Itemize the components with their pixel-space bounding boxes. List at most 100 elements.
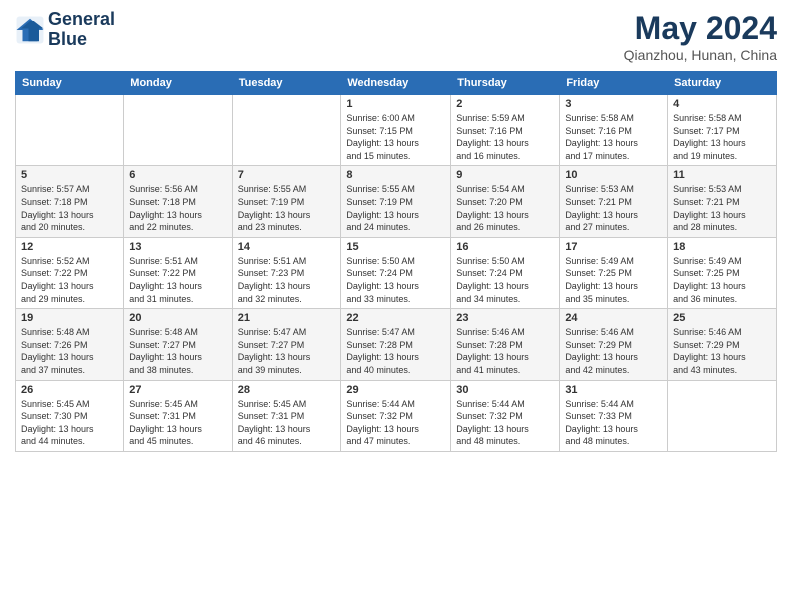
- day-info: Sunrise: 5:49 AM Sunset: 7:25 PM Dayligh…: [565, 255, 662, 305]
- day-cell: 19 Sunrise: 5:48 AM Sunset: 7:26 PM Dayli…: [16, 309, 124, 380]
- day-info: Sunrise: 5:48 AM Sunset: 7:26 PM Dayligh…: [21, 326, 118, 376]
- day-cell: 28 Sunrise: 5:45 AM Sunset: 7:31 PM Dayli…: [232, 380, 341, 451]
- col-wednesday: Wednesday: [341, 72, 451, 95]
- day-cell: 3Sunrise: 5:58 AM Sunset: 7:16 PM Daylig…: [560, 95, 668, 166]
- day-info: Sunrise: 5:51 AM Sunset: 7:23 PM Dayligh…: [238, 255, 336, 305]
- day-number: 9: [456, 169, 554, 181]
- day-number: 22: [346, 312, 445, 324]
- day-info: Sunrise: 5:51 AM Sunset: 7:22 PM Dayligh…: [129, 255, 226, 305]
- day-number: 19: [21, 312, 118, 324]
- week-row-1: 1 Sunrise: 6:00 AM Sunset: 7:15 PM Daylig…: [16, 95, 777, 166]
- day-number: 30: [456, 384, 554, 396]
- day-cell: 25 Sunrise: 5:46 AM Sunset: 7:29 PM Dayli…: [668, 309, 777, 380]
- day-number: 27: [129, 384, 226, 396]
- day-info: Sunrise: 5:50 AM Sunset: 7:24 PM Dayligh…: [346, 255, 445, 305]
- col-sunday: Sunday: [16, 72, 124, 95]
- week-row-2: 5 Sunrise: 5:57 AM Sunset: 7:18 PM Daylig…: [16, 166, 777, 237]
- day-cell: [16, 95, 124, 166]
- day-number: 28: [238, 384, 336, 396]
- day-info: Sunrise: 5:45 AM Sunset: 7:31 PM Dayligh…: [129, 398, 226, 448]
- day-info: Sunrise: 5:54 AM Sunset: 7:20 PM Dayligh…: [456, 183, 554, 233]
- day-cell: 30 Sunrise: 5:44 AM Sunset: 7:32 PM Dayli…: [451, 380, 560, 451]
- day-number: 17: [565, 241, 662, 253]
- day-cell: 18 Sunrise: 5:49 AM Sunset: 7:25 PM Dayli…: [668, 237, 777, 308]
- day-info: Sunrise: 6:00 AM Sunset: 7:15 PM Dayligh…: [346, 112, 445, 162]
- day-cell: 23 Sunrise: 5:46 AM Sunset: 7:28 PM Dayli…: [451, 309, 560, 380]
- day-number: 29: [346, 384, 445, 396]
- day-cell: 31 Sunrise: 5:44 AM Sunset: 7:33 PM Dayli…: [560, 380, 668, 451]
- logo-text: General Blue: [48, 10, 115, 50]
- day-cell: [668, 380, 777, 451]
- day-cell: 17 Sunrise: 5:49 AM Sunset: 7:25 PM Dayli…: [560, 237, 668, 308]
- day-number: 18: [673, 241, 771, 253]
- title-block: May 2024 Qianzhou, Hunan, China: [624, 10, 777, 63]
- day-cell: 22 Sunrise: 5:47 AM Sunset: 7:28 PM Dayli…: [341, 309, 451, 380]
- col-friday: Friday: [560, 72, 668, 95]
- col-thursday: Thursday: [451, 72, 560, 95]
- day-info: Sunrise: 5:55 AM Sunset: 7:19 PM Dayligh…: [238, 183, 336, 233]
- day-cell: 5 Sunrise: 5:57 AM Sunset: 7:18 PM Daylig…: [16, 166, 124, 237]
- day-number: 15: [346, 241, 445, 253]
- day-number: 10: [565, 169, 662, 181]
- day-cell: 20 Sunrise: 5:48 AM Sunset: 7:27 PM Dayli…: [124, 309, 232, 380]
- month-year: May 2024: [624, 10, 777, 47]
- day-cell: 14 Sunrise: 5:51 AM Sunset: 7:23 PM Dayli…: [232, 237, 341, 308]
- location: Qianzhou, Hunan, China: [624, 47, 777, 63]
- day-number: 4: [673, 98, 771, 110]
- day-info: Sunrise: 5:44 AM Sunset: 7:32 PM Dayligh…: [456, 398, 554, 448]
- day-info: Sunrise: 5:57 AM Sunset: 7:18 PM Dayligh…: [21, 183, 118, 233]
- day-number: 16: [456, 241, 554, 253]
- day-cell: 29Sunrise: 5:44 AM Sunset: 7:32 PM Dayli…: [341, 380, 451, 451]
- day-info: Sunrise: 5:45 AM Sunset: 7:30 PM Dayligh…: [21, 398, 118, 448]
- day-number: 7: [238, 169, 336, 181]
- day-cell: 2Sunrise: 5:59 AM Sunset: 7:16 PM Daylig…: [451, 95, 560, 166]
- col-monday: Monday: [124, 72, 232, 95]
- day-info: Sunrise: 5:46 AM Sunset: 7:29 PM Dayligh…: [673, 326, 771, 376]
- day-cell: 9 Sunrise: 5:54 AM Sunset: 7:20 PM Daylig…: [451, 166, 560, 237]
- day-number: 26: [21, 384, 118, 396]
- day-cell: 4Sunrise: 5:58 AM Sunset: 7:17 PM Daylig…: [668, 95, 777, 166]
- day-cell: [232, 95, 341, 166]
- day-info: Sunrise: 5:53 AM Sunset: 7:21 PM Dayligh…: [673, 183, 771, 233]
- day-cell: 10 Sunrise: 5:53 AM Sunset: 7:21 PM Dayli…: [560, 166, 668, 237]
- day-info: Sunrise: 5:44 AM Sunset: 7:33 PM Dayligh…: [565, 398, 662, 448]
- day-number: 13: [129, 241, 226, 253]
- day-number: 21: [238, 312, 336, 324]
- day-number: 20: [129, 312, 226, 324]
- day-info: Sunrise: 5:53 AM Sunset: 7:21 PM Dayligh…: [565, 183, 662, 233]
- day-cell: 13 Sunrise: 5:51 AM Sunset: 7:22 PM Dayli…: [124, 237, 232, 308]
- day-number: 14: [238, 241, 336, 253]
- day-info: Sunrise: 5:46 AM Sunset: 7:28 PM Dayligh…: [456, 326, 554, 376]
- day-number: 11: [673, 169, 771, 181]
- header-row: Sunday Monday Tuesday Wednesday Thursday…: [16, 72, 777, 95]
- day-cell: 11 Sunrise: 5:53 AM Sunset: 7:21 PM Dayli…: [668, 166, 777, 237]
- day-info: Sunrise: 5:46 AM Sunset: 7:29 PM Dayligh…: [565, 326, 662, 376]
- day-info: Sunrise: 5:56 AM Sunset: 7:18 PM Dayligh…: [129, 183, 226, 233]
- day-cell: 27 Sunrise: 5:45 AM Sunset: 7:31 PM Dayli…: [124, 380, 232, 451]
- day-info: Sunrise: 5:48 AM Sunset: 7:27 PM Dayligh…: [129, 326, 226, 376]
- day-info: Sunrise: 5:45 AM Sunset: 7:31 PM Dayligh…: [238, 398, 336, 448]
- day-number: 6: [129, 169, 226, 181]
- day-number: 25: [673, 312, 771, 324]
- day-cell: 16 Sunrise: 5:50 AM Sunset: 7:24 PM Dayli…: [451, 237, 560, 308]
- page: General Blue May 2024 Qianzhou, Hunan, C…: [0, 0, 792, 612]
- day-cell: [124, 95, 232, 166]
- day-number: 2: [456, 98, 554, 110]
- logo-icon: [15, 15, 45, 45]
- header: General Blue May 2024 Qianzhou, Hunan, C…: [15, 10, 777, 63]
- day-number: 5: [21, 169, 118, 181]
- day-info: Sunrise: 5:50 AM Sunset: 7:24 PM Dayligh…: [456, 255, 554, 305]
- day-info: Sunrise: 5:58 AM Sunset: 7:16 PM Dayligh…: [565, 112, 662, 162]
- day-cell: 15 Sunrise: 5:50 AM Sunset: 7:24 PM Dayli…: [341, 237, 451, 308]
- day-cell: 12Sunrise: 5:52 AM Sunset: 7:22 PM Dayli…: [16, 237, 124, 308]
- day-number: 31: [565, 384, 662, 396]
- day-cell: 8Sunrise: 5:55 AM Sunset: 7:19 PM Daylig…: [341, 166, 451, 237]
- day-info: Sunrise: 5:55 AM Sunset: 7:19 PM Dayligh…: [346, 183, 445, 233]
- day-info: Sunrise: 5:49 AM Sunset: 7:25 PM Dayligh…: [673, 255, 771, 305]
- day-cell: 1 Sunrise: 6:00 AM Sunset: 7:15 PM Daylig…: [341, 95, 451, 166]
- day-number: 23: [456, 312, 554, 324]
- day-number: 1: [346, 98, 445, 110]
- day-info: Sunrise: 5:47 AM Sunset: 7:28 PM Dayligh…: [346, 326, 445, 376]
- logo: General Blue: [15, 10, 115, 50]
- week-row-5: 26 Sunrise: 5:45 AM Sunset: 7:30 PM Dayli…: [16, 380, 777, 451]
